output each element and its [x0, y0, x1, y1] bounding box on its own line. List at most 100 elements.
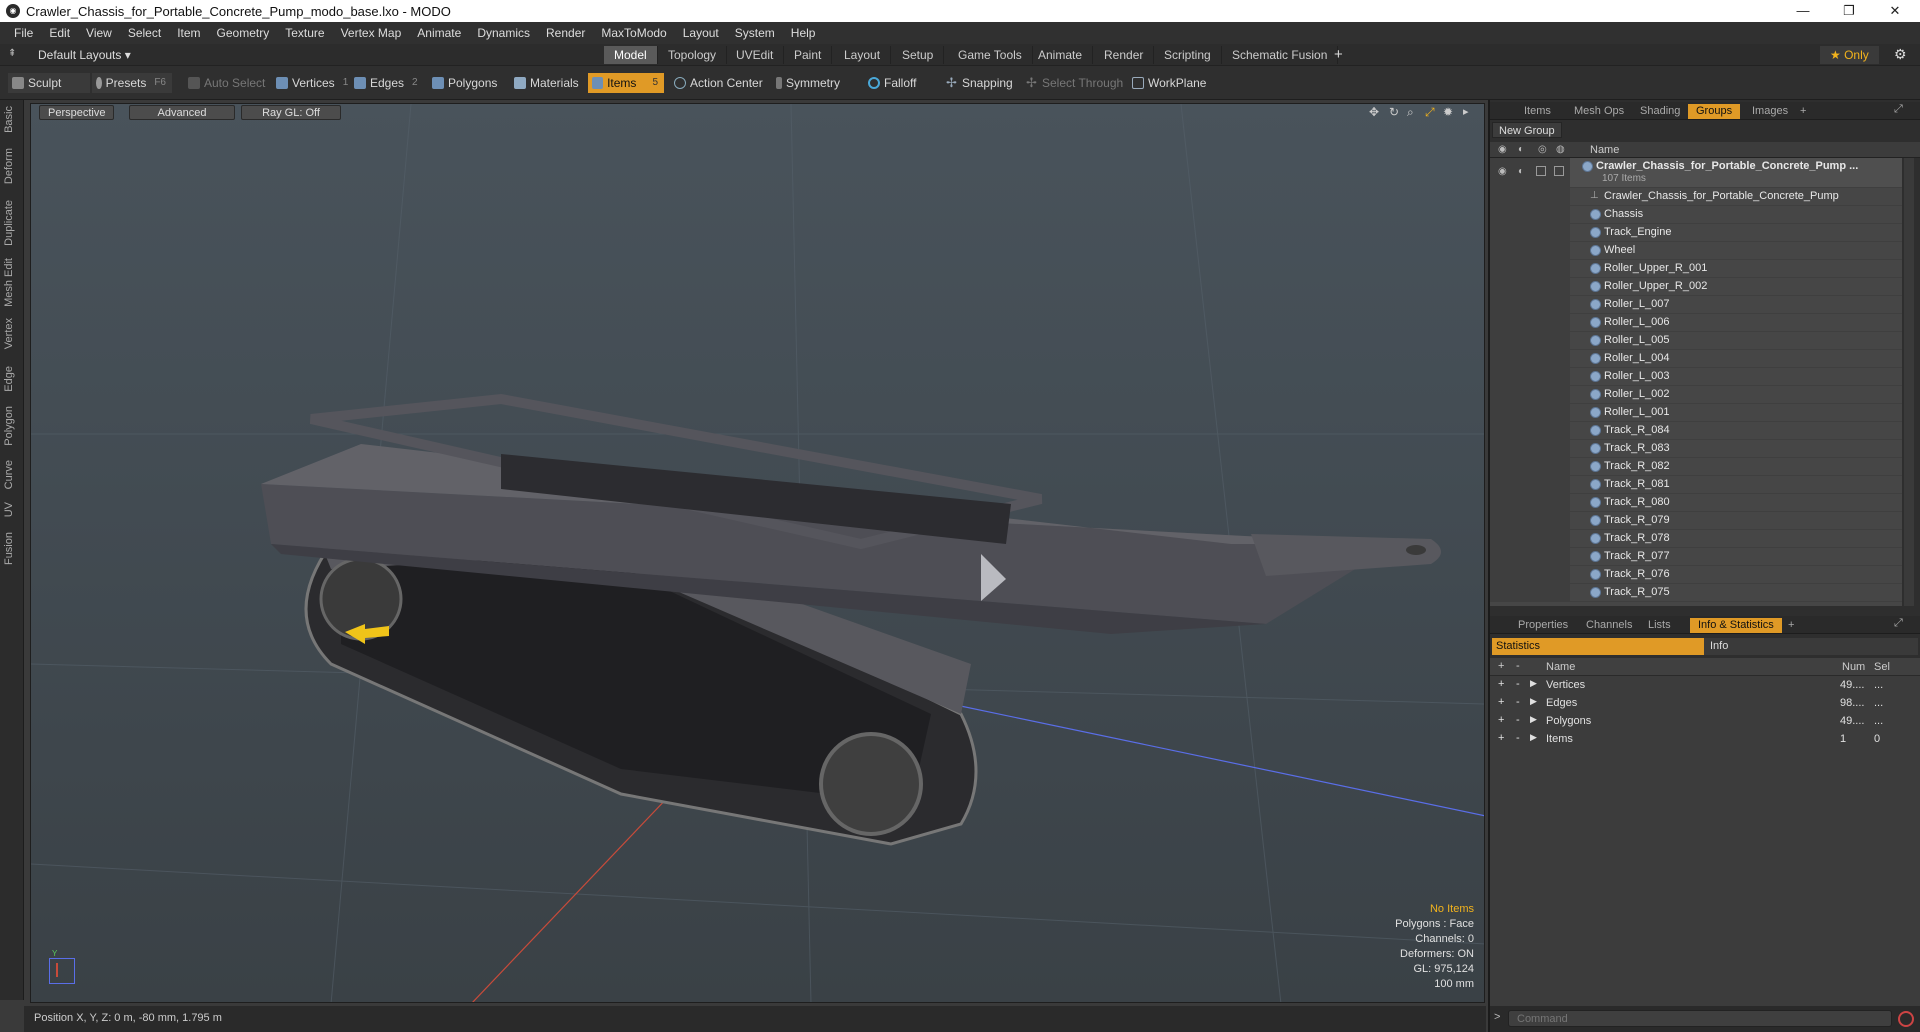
tab-topology[interactable]: Topology [658, 46, 728, 64]
expand-all-icon[interactable]: + [1498, 660, 1504, 672]
gear-icon[interactable]: ⚙ [1894, 46, 1907, 63]
symmetry-button[interactable]: Symmetry [772, 73, 846, 93]
vtab-vertex[interactable]: Vertex [3, 318, 15, 349]
tab-mesh-ops[interactable]: Mesh Ops [1566, 104, 1632, 119]
stats-num-header[interactable]: Num [1842, 661, 1865, 673]
list-item[interactable]: Track_R_082 [1490, 458, 1902, 476]
falloff-button[interactable]: Falloff [864, 73, 922, 93]
list-item[interactable]: Track_R_077 [1490, 548, 1902, 566]
list-item[interactable]: ⊥ Crawler_Chassis_for_Portable_Concrete_P… [1490, 188, 1902, 206]
menu-layout[interactable]: Layout [675, 26, 727, 40]
vtab-mesh-edit[interactable]: Mesh Edit [3, 258, 15, 307]
list-item[interactable]: Roller_L_005 [1490, 332, 1902, 350]
list-item[interactable]: Roller_L_004 [1490, 350, 1902, 368]
menu-dynamics[interactable]: Dynamics [469, 26, 538, 40]
tab-render[interactable]: Render [1094, 46, 1155, 64]
group-select-checkbox[interactable] [1536, 166, 1546, 176]
group-visibility-icon[interactable]: ◉ [1498, 166, 1507, 177]
tab-setup[interactable]: Setup [892, 46, 945, 64]
menu-animate[interactable]: Animate [409, 26, 469, 40]
list-item[interactable]: Roller_Upper_R_002 [1490, 278, 1902, 296]
list-item[interactable]: Roller_L_006 [1490, 314, 1902, 332]
list-item[interactable]: Track_R_080 [1490, 494, 1902, 512]
list-item[interactable]: Wheel [1490, 242, 1902, 260]
expand-arrow-icon[interactable]: ▶ [1530, 714, 1537, 725]
vtab-edge[interactable]: Edge [3, 366, 15, 392]
menu-render[interactable]: Render [538, 26, 593, 40]
action-center-button[interactable]: Action Center [670, 73, 769, 93]
list-item[interactable]: Track_R_076 [1490, 566, 1902, 584]
vtab-deform[interactable]: Deform [3, 148, 15, 184]
list-item[interactable]: Roller_L_001 [1490, 404, 1902, 422]
zoom-icon[interactable]: ⌕ [1407, 105, 1414, 120]
stats-sel-header[interactable]: Sel [1874, 661, 1890, 673]
list-item[interactable]: Roller_L_002 [1490, 386, 1902, 404]
pan-icon[interactable]: ✥ [1369, 105, 1379, 119]
statistics-subtab[interactable]: Statistics [1492, 638, 1704, 655]
tab-game-tools[interactable]: Game Tools [948, 46, 1033, 64]
sculpt-button[interactable]: Sculpt [8, 73, 90, 93]
table-row[interactable]: + - ▶ Polygons 49....... [1490, 712, 1920, 730]
edges-button[interactable]: Edges 2 [350, 73, 424, 93]
menu-texture[interactable]: Texture [277, 26, 332, 40]
group-lock-icon[interactable]: ◐ [1518, 166, 1524, 177]
restore-button[interactable]: ❐ [1826, 0, 1872, 22]
layout-preset-dropdown[interactable]: Default Layouts ▾ [38, 48, 131, 62]
3d-viewport[interactable]: Perspective Advanced Ray GL: Off ✥ ↻ ⌕ ⤢… [30, 103, 1485, 1003]
tab-channels[interactable]: Channels [1578, 618, 1640, 633]
viewport-settings-icon[interactable]: ✹ [1443, 105, 1453, 119]
info-subtab[interactable]: Info [1704, 638, 1918, 655]
add-panel-tab-button[interactable]: + [1792, 104, 1814, 119]
menu-edit[interactable]: Edit [41, 26, 78, 40]
list-item[interactable]: Chassis [1490, 206, 1902, 224]
list-item[interactable]: Track_R_084 [1490, 422, 1902, 440]
list-item[interactable]: Roller_L_007 [1490, 296, 1902, 314]
menu-file[interactable]: File [6, 26, 41, 40]
stats-name-header[interactable]: Name [1546, 661, 1575, 673]
expand-arrow-icon[interactable]: ▶ [1530, 732, 1537, 743]
new-group-button[interactable]: New Group [1492, 122, 1562, 138]
maximize-icon[interactable]: ⤢ [1425, 105, 1435, 120]
tab-images[interactable]: Images [1744, 104, 1796, 119]
tab-model[interactable]: Model [604, 46, 658, 64]
tab-uvedit[interactable]: UVEdit [726, 46, 785, 64]
tab-schematic-fusion[interactable]: Schematic Fusion [1222, 46, 1339, 64]
command-input[interactable] [1508, 1010, 1892, 1027]
close-button[interactable]: ✕ [1872, 0, 1918, 22]
list-item[interactable]: Track_R_081 [1490, 476, 1902, 494]
menu-vertex-map[interactable]: Vertex Map [333, 26, 410, 40]
tab-info-statistics[interactable]: Info & Statistics [1690, 618, 1782, 633]
items-button[interactable]: Items 5 [588, 73, 664, 93]
list-item[interactable]: Track_Engine [1490, 224, 1902, 242]
tab-scripting[interactable]: Scripting [1154, 46, 1222, 64]
list-item[interactable]: Track_R_078 [1490, 530, 1902, 548]
vtab-curve[interactable]: Curve [3, 460, 15, 489]
auto-select-button[interactable]: Auto Select [184, 73, 271, 93]
workplane-button[interactable]: WorkPlane [1128, 73, 1212, 93]
expand-arrow-icon[interactable]: ▶ [1530, 678, 1537, 689]
bottom-panel-expand-icon[interactable]: ⤢ [1894, 617, 1903, 630]
panel-expand-icon[interactable]: ⤢ [1894, 103, 1903, 116]
list-item[interactable]: Track_R_079 [1490, 512, 1902, 530]
list-item[interactable]: Roller_Upper_R_001 [1490, 260, 1902, 278]
perspective-button[interactable]: Perspective [39, 105, 115, 120]
only-toggle[interactable]: ★ Only [1820, 46, 1879, 64]
materials-button[interactable]: Materials [510, 73, 585, 93]
list-item[interactable]: Roller_L_003 [1490, 368, 1902, 386]
table-row[interactable]: + - ▶ Vertices 49....... [1490, 676, 1920, 694]
vtab-duplicate[interactable]: Duplicate [3, 200, 15, 246]
name-column-header[interactable]: Name [1590, 144, 1619, 156]
lock-col-icon[interactable]: ◐ [1518, 144, 1524, 155]
menu-view[interactable]: View [78, 26, 120, 40]
expand-arrow-icon[interactable]: ▶ [1530, 696, 1537, 707]
menu-item[interactable]: Item [169, 26, 208, 40]
table-row[interactable]: + - ▶ Edges 98....... [1490, 694, 1920, 712]
menu-maxtomodo[interactable]: MaxToModo [593, 26, 674, 40]
table-row[interactable]: + - ▶ Items 1 0 [1490, 730, 1920, 748]
tab-groups[interactable]: Groups [1688, 104, 1741, 119]
tab-items[interactable]: Items [1516, 104, 1559, 119]
minimize-button[interactable]: — [1780, 0, 1826, 22]
tab-animate[interactable]: Animate [1028, 46, 1094, 64]
record-icon[interactable] [1898, 1011, 1914, 1027]
select-through-button[interactable]: ✢ Select Through [1022, 73, 1129, 93]
